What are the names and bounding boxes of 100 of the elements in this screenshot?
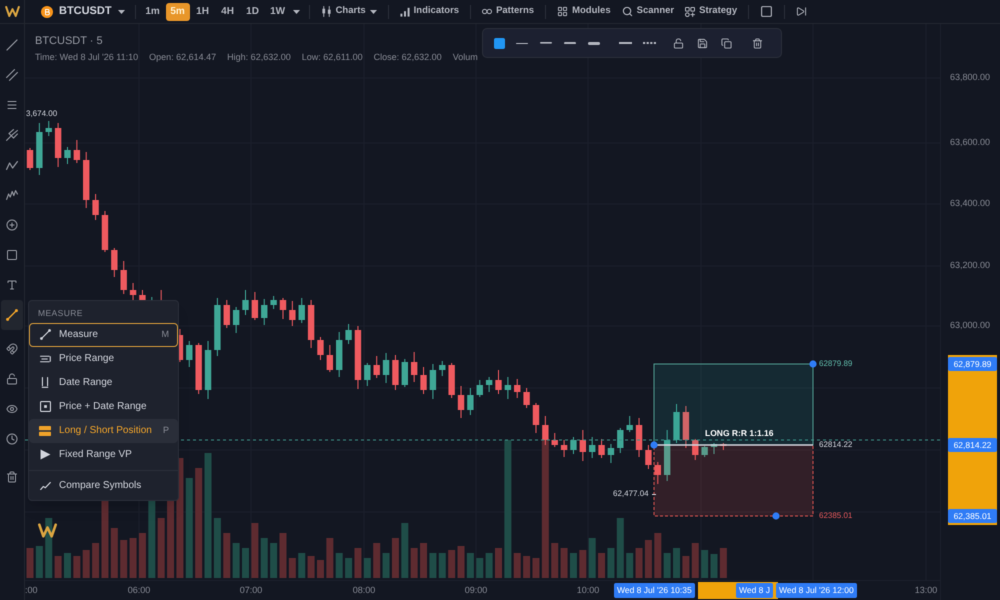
horizontal-lines-icon <box>6 99 18 111</box>
logo-icon <box>38 523 57 538</box>
unlock-icon <box>672 38 684 48</box>
line-width-icon <box>516 42 528 44</box>
axis-label: 13:00 <box>914 585 938 596</box>
menu-item[interactable]: Price + Date Range <box>29 394 178 419</box>
price-marker: 62,879.89 <box>948 357 997 371</box>
menu-item[interactable]: Fixed Range VP <box>29 442 178 467</box>
timeframe-tab[interactable]: 1m <box>140 2 165 20</box>
menu-heading: MEASURE <box>37 307 84 320</box>
target-price-label: 62879.89 <box>819 358 852 370</box>
dotted-square-icon <box>40 401 50 412</box>
menu-item[interactable]: Measure M <box>29 322 178 347</box>
triangle-icon <box>40 449 50 460</box>
skip-forward-icon <box>796 6 808 17</box>
axis-label: 63,600.00 <box>950 137 990 148</box>
legend-text: High: 62,632.00 <box>227 51 291 64</box>
measure-icon <box>40 329 50 340</box>
search-icon <box>622 6 633 17</box>
timeframe-tab[interactable]: 1H <box>190 2 215 20</box>
menu-item[interactable]: Long / Short Position P <box>29 418 178 443</box>
line-chart-icon <box>40 482 50 490</box>
logo-icon <box>4 6 20 17</box>
caret-icon <box>118 10 125 14</box>
eye-icon <box>6 403 18 415</box>
axis-label: 06:00 <box>128 585 150 596</box>
stop-price-label: 62385.01 <box>819 510 852 522</box>
caret-icon <box>370 10 377 14</box>
price-marker: 62,385.01 <box>948 509 997 523</box>
line-width-icon <box>588 42 600 44</box>
toolbar-menu-button[interactable]: Strategy <box>681 2 742 22</box>
axis-label: 07:00 <box>240 585 262 596</box>
menu-item[interactable]: Date Range <box>29 370 178 395</box>
rings-icon <box>482 8 492 15</box>
timeframe-tab[interactable]: 4H <box>216 2 240 20</box>
shortcut-label: M <box>162 328 169 341</box>
legend-text: Low: 62,611.00 <box>302 51 363 64</box>
legend-text: Volum <box>452 51 478 64</box>
caret-icon <box>293 10 300 14</box>
toolbar-menu-button[interactable]: Indicators <box>396 2 464 22</box>
axis-label: 09:00 <box>464 585 488 596</box>
price-marker: 62,814.22 <box>948 438 997 452</box>
time-marker: Wed 8 J <box>736 583 774 598</box>
trash-icon <box>752 38 762 48</box>
clock-icon <box>6 433 18 445</box>
axis-label: 63,200.00 <box>950 260 990 271</box>
menu-item[interactable]: Price Range <box>29 346 178 371</box>
parallel-lines-icon <box>6 69 18 81</box>
legend-text: Time: Wed 8 Jul '26 11:10 <box>35 51 138 64</box>
pitchfork-icon <box>6 129 18 141</box>
axis-label: 63,000.00 <box>950 320 990 331</box>
toolbar-menu-button[interactable]: Modules <box>553 2 615 22</box>
time-marker: Wed 8 Jul '26 10:35 <box>614 583 695 598</box>
symbol-selector[interactable]: BTCUSDT <box>41 2 125 22</box>
price-label: 62,477.04 <box>613 488 649 500</box>
bar-chart-icon <box>400 6 410 16</box>
magnet-icon <box>6 343 18 355</box>
toolbar-menu-button[interactable]: Charts <box>316 2 381 22</box>
time-marker: Wed 8 Jul '26 12:00 <box>776 583 857 598</box>
zigzag-icon <box>6 160 18 170</box>
candlestick-icon <box>320 6 332 17</box>
solid-line-icon <box>618 42 632 44</box>
copy-icon <box>720 38 732 48</box>
legend-text: Open: 62,614.47 <box>149 51 216 64</box>
entry-price-label: 62814.22 <box>819 439 852 451</box>
vertical-ruler-icon <box>41 377 49 388</box>
circle-plus-icon <box>6 219 18 231</box>
trash-icon <box>6 471 18 483</box>
menu-item[interactable]: Compare Symbols <box>29 474 178 498</box>
toolbar-menu-button[interactable]: Patterns <box>478 2 538 22</box>
stacked-bars-icon <box>39 426 51 436</box>
shortcut-label: P <box>162 424 169 437</box>
axis-label: 63,400.00 <box>950 198 990 209</box>
coin-icon <box>41 6 53 18</box>
tool-button[interactable] <box>1 300 23 330</box>
line-width-icon <box>540 42 552 44</box>
text-icon <box>6 279 18 291</box>
dotted-line-icon <box>642 42 656 44</box>
square-icon <box>760 5 774 18</box>
axis-label: 08:00 <box>352 585 376 596</box>
timeframe-tab[interactable]: 1W <box>266 2 290 20</box>
axis-label: 10:00 <box>576 585 600 596</box>
save-icon <box>696 38 708 48</box>
grid-icon <box>557 6 568 17</box>
legend-text: Close: 62,632.00 <box>374 51 442 64</box>
square-icon <box>6 249 18 261</box>
wave-icon <box>6 190 18 200</box>
timeframe-tab[interactable]: 1D <box>240 2 265 20</box>
line-width-icon <box>564 42 576 44</box>
measure-icon <box>6 309 18 321</box>
position-label: LONG R:R 1:1.16 <box>705 427 774 440</box>
axis-label: :00 <box>25 585 38 596</box>
axis-label: 63,800.00 <box>950 72 990 83</box>
toolbar-menu-button[interactable]: Scanner <box>618 2 678 22</box>
chart-title: BTCUSDT · 5 <box>35 34 103 49</box>
unlock-icon <box>6 373 18 385</box>
blocks-icon <box>685 6 696 16</box>
price-label: 3,674.00 <box>26 108 58 120</box>
bracket-lines-icon <box>40 354 50 363</box>
trend-line-icon <box>6 39 18 51</box>
